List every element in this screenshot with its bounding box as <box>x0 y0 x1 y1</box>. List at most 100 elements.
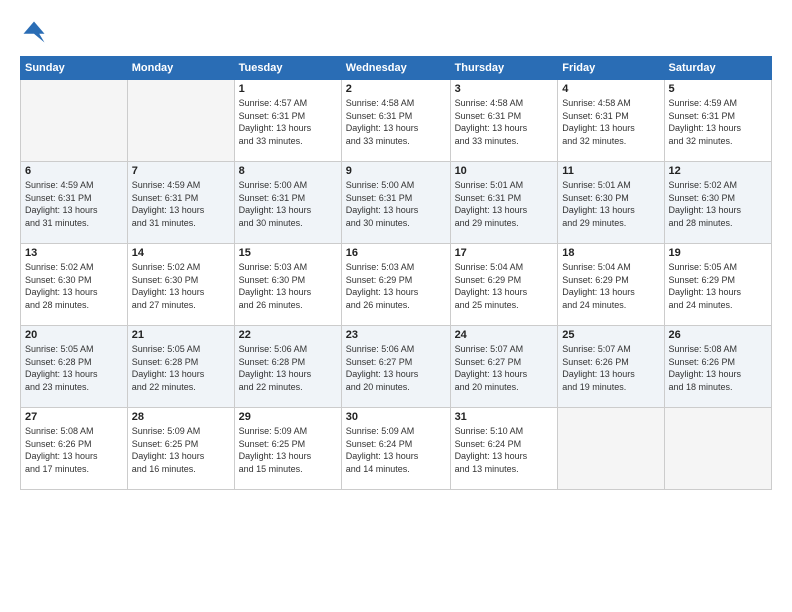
day-number: 22 <box>239 329 337 341</box>
day-number: 20 <box>25 329 123 341</box>
day-number: 16 <box>346 247 446 259</box>
calendar-cell: 18 Sunrise: 5:04 AM Sunset: 6:29 PM Dayli… <box>558 244 664 326</box>
calendar-cell: 5Sunrise: 4:59 AM Sunset: 6:31 PM Daylig… <box>664 80 771 162</box>
page: SundayMondayTuesdayWednesdayThursdayFrid… <box>0 0 792 612</box>
day-info: Sunrise: 5:02 AM Sunset: 6:30 PM Dayligh… <box>669 179 767 229</box>
day-info: Sunrise: 4:59 AM Sunset: 6:31 PM Dayligh… <box>25 179 123 229</box>
calendar-week-row: 6 Sunrise: 4:59 AM Sunset: 6:31 PM Daylig… <box>21 162 772 244</box>
calendar-cell: 12 Sunrise: 5:02 AM Sunset: 6:30 PM Dayli… <box>664 162 771 244</box>
day-number: 11 <box>562 165 659 177</box>
calendar-cell: 31 Sunrise: 5:10 AM Sunset: 6:24 PM Dayli… <box>450 408 558 490</box>
logo-icon <box>20 18 48 46</box>
day-info: Sunrise: 5:07 AM Sunset: 6:26 PM Dayligh… <box>562 343 659 393</box>
logo <box>20 18 52 46</box>
day-info: Sunrise: 5:06 AM Sunset: 6:27 PM Dayligh… <box>346 343 446 393</box>
calendar-cell: 17 Sunrise: 5:04 AM Sunset: 6:29 PM Dayli… <box>450 244 558 326</box>
calendar-cell: 30 Sunrise: 5:09 AM Sunset: 6:24 PM Dayli… <box>341 408 450 490</box>
calendar-cell <box>664 408 771 490</box>
day-info: Sunrise: 5:04 AM Sunset: 6:29 PM Dayligh… <box>455 261 554 311</box>
day-info: Sunrise: 5:08 AM Sunset: 6:26 PM Dayligh… <box>25 425 123 475</box>
calendar-cell: 21Sunrise: 5:05 AM Sunset: 6:28 PM Dayli… <box>127 326 234 408</box>
calendar-cell: 28 Sunrise: 5:09 AM Sunset: 6:25 PM Dayli… <box>127 408 234 490</box>
day-number: 17 <box>455 247 554 259</box>
day-number: 15 <box>239 247 337 259</box>
calendar-cell: 29 Sunrise: 5:09 AM Sunset: 6:25 PM Dayli… <box>234 408 341 490</box>
calendar-week-row: 13 Sunrise: 5:02 AM Sunset: 6:30 PM Dayli… <box>21 244 772 326</box>
day-info: Sunrise: 5:09 AM Sunset: 6:24 PM Dayligh… <box>346 425 446 475</box>
calendar-table: SundayMondayTuesdayWednesdayThursdayFrid… <box>20 56 772 490</box>
day-number: 24 <box>455 329 554 341</box>
day-info: Sunrise: 5:05 AM Sunset: 6:28 PM Dayligh… <box>25 343 123 393</box>
calendar-cell: 27 Sunrise: 5:08 AM Sunset: 6:26 PM Dayli… <box>21 408 128 490</box>
col-header-friday: Friday <box>558 57 664 80</box>
day-info: Sunrise: 4:59 AM Sunset: 6:31 PM Dayligh… <box>132 179 230 229</box>
day-info: Sunrise: 5:03 AM Sunset: 6:29 PM Dayligh… <box>346 261 446 311</box>
day-number: 13 <box>25 247 123 259</box>
day-number: 12 <box>669 165 767 177</box>
day-info: Sunrise: 5:10 AM Sunset: 6:24 PM Dayligh… <box>455 425 554 475</box>
calendar-week-row: 27 Sunrise: 5:08 AM Sunset: 6:26 PM Dayli… <box>21 408 772 490</box>
calendar-cell: 22Sunrise: 5:06 AM Sunset: 6:28 PM Dayli… <box>234 326 341 408</box>
calendar-cell <box>127 80 234 162</box>
day-info: Sunrise: 5:09 AM Sunset: 6:25 PM Dayligh… <box>239 425 337 475</box>
day-number: 18 <box>562 247 659 259</box>
calendar-cell: 2 Sunrise: 4:58 AM Sunset: 6:31 PM Daylig… <box>341 80 450 162</box>
calendar-cell: 6 Sunrise: 4:59 AM Sunset: 6:31 PM Daylig… <box>21 162 128 244</box>
calendar-week-row: 20 Sunrise: 5:05 AM Sunset: 6:28 PM Dayli… <box>21 326 772 408</box>
col-header-wednesday: Wednesday <box>341 57 450 80</box>
day-info: Sunrise: 5:01 AM Sunset: 6:30 PM Dayligh… <box>562 179 659 229</box>
day-info: Sunrise: 5:01 AM Sunset: 6:31 PM Dayligh… <box>455 179 554 229</box>
header <box>20 18 772 46</box>
calendar-cell <box>21 80 128 162</box>
calendar-cell: 26 Sunrise: 5:08 AM Sunset: 6:26 PM Dayli… <box>664 326 771 408</box>
calendar-cell: 3Sunrise: 4:58 AM Sunset: 6:31 PM Daylig… <box>450 80 558 162</box>
calendar-cell <box>558 408 664 490</box>
day-number: 29 <box>239 411 337 423</box>
day-info: Sunrise: 4:58 AM Sunset: 6:31 PM Dayligh… <box>455 97 554 147</box>
calendar-cell: 14 Sunrise: 5:02 AM Sunset: 6:30 PM Dayli… <box>127 244 234 326</box>
calendar-cell: 4 Sunrise: 4:58 AM Sunset: 6:31 PM Daylig… <box>558 80 664 162</box>
day-info: Sunrise: 5:08 AM Sunset: 6:26 PM Dayligh… <box>669 343 767 393</box>
calendar-cell: 1 Sunrise: 4:57 AM Sunset: 6:31 PM Daylig… <box>234 80 341 162</box>
day-info: Sunrise: 5:02 AM Sunset: 6:30 PM Dayligh… <box>132 261 230 311</box>
calendar-cell: 16 Sunrise: 5:03 AM Sunset: 6:29 PM Dayli… <box>341 244 450 326</box>
day-number: 4 <box>562 83 659 95</box>
calendar-cell: 15 Sunrise: 5:03 AM Sunset: 6:30 PM Dayli… <box>234 244 341 326</box>
day-number: 1 <box>239 83 337 95</box>
day-info: Sunrise: 5:09 AM Sunset: 6:25 PM Dayligh… <box>132 425 230 475</box>
day-info: Sunrise: 4:58 AM Sunset: 6:31 PM Dayligh… <box>346 97 446 147</box>
col-header-monday: Monday <box>127 57 234 80</box>
day-info: Sunrise: 5:03 AM Sunset: 6:30 PM Dayligh… <box>239 261 337 311</box>
day-number: 9 <box>346 165 446 177</box>
calendar-cell: 7Sunrise: 4:59 AM Sunset: 6:31 PM Daylig… <box>127 162 234 244</box>
day-number: 2 <box>346 83 446 95</box>
day-number: 5 <box>669 83 767 95</box>
day-number: 26 <box>669 329 767 341</box>
calendar-cell: 10 Sunrise: 5:01 AM Sunset: 6:31 PM Dayli… <box>450 162 558 244</box>
calendar-cell: 13Sunrise: 5:02 AM Sunset: 6:30 PM Dayli… <box>21 244 128 326</box>
day-info: Sunrise: 5:04 AM Sunset: 6:29 PM Dayligh… <box>562 261 659 311</box>
calendar-cell: 8Sunrise: 5:00 AM Sunset: 6:31 PM Daylig… <box>234 162 341 244</box>
day-number: 27 <box>25 411 123 423</box>
day-number: 14 <box>132 247 230 259</box>
col-header-thursday: Thursday <box>450 57 558 80</box>
day-number: 23 <box>346 329 446 341</box>
calendar-cell: 19 Sunrise: 5:05 AM Sunset: 6:29 PM Dayli… <box>664 244 771 326</box>
day-info: Sunrise: 5:07 AM Sunset: 6:27 PM Dayligh… <box>455 343 554 393</box>
day-number: 19 <box>669 247 767 259</box>
day-info: Sunrise: 4:57 AM Sunset: 6:31 PM Dayligh… <box>239 97 337 147</box>
day-info: Sunrise: 4:58 AM Sunset: 6:31 PM Dayligh… <box>562 97 659 147</box>
day-info: Sunrise: 5:05 AM Sunset: 6:29 PM Dayligh… <box>669 261 767 311</box>
calendar-cell: 24 Sunrise: 5:07 AM Sunset: 6:27 PM Dayli… <box>450 326 558 408</box>
calendar-week-row: 1 Sunrise: 4:57 AM Sunset: 6:31 PM Daylig… <box>21 80 772 162</box>
calendar-cell: 23 Sunrise: 5:06 AM Sunset: 6:27 PM Dayli… <box>341 326 450 408</box>
day-info: Sunrise: 5:00 AM Sunset: 6:31 PM Dayligh… <box>239 179 337 229</box>
col-header-tuesday: Tuesday <box>234 57 341 80</box>
day-number: 6 <box>25 165 123 177</box>
col-header-saturday: Saturday <box>664 57 771 80</box>
col-header-sunday: Sunday <box>21 57 128 80</box>
day-number: 30 <box>346 411 446 423</box>
day-number: 28 <box>132 411 230 423</box>
day-number: 10 <box>455 165 554 177</box>
day-number: 31 <box>455 411 554 423</box>
